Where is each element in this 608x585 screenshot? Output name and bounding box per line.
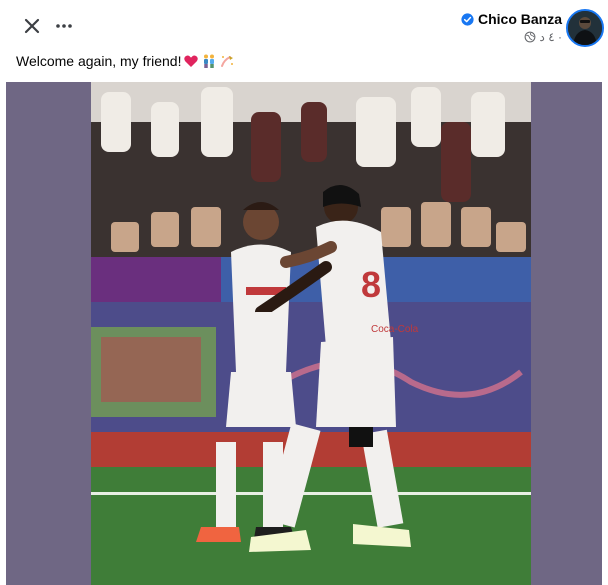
post-author-block: Chico Banza ٤ د · xyxy=(461,11,562,44)
photo-illustration: 8 Coca-Cola xyxy=(91,82,531,585)
jersey-sponsor-text: Coca-Cola xyxy=(371,324,419,335)
jersey-number-text: 8 xyxy=(361,264,381,305)
post-caption: Welcome again, my friend! xyxy=(16,53,235,69)
close-button[interactable] xyxy=(20,14,44,38)
post-timestamp[interactable]: ٤ د · xyxy=(540,30,562,44)
avatar-image xyxy=(568,11,602,45)
post-photo[interactable]: 8 Coca-Cola xyxy=(91,82,531,585)
author-line: Chico Banza xyxy=(461,11,562,27)
post-meta: ٤ د · xyxy=(461,30,562,44)
post-media-container[interactable]: 8 Coca-Cola xyxy=(6,82,602,585)
author-avatar[interactable] xyxy=(566,9,604,47)
wave-hand-sparkles-emoji-icon xyxy=(221,56,234,67)
red-heart-emoji-icon xyxy=(184,55,199,67)
author-name[interactable]: Chico Banza xyxy=(478,11,562,27)
close-icon xyxy=(24,18,40,34)
post-header: Chico Banza ٤ د · xyxy=(0,0,608,50)
more-options-icon xyxy=(56,24,72,28)
verified-badge-icon xyxy=(461,12,474,26)
more-options-button[interactable] xyxy=(52,14,76,38)
caption-text: Welcome again, my friend! xyxy=(16,53,182,69)
two-men-holding-hands-emoji-icon xyxy=(204,54,215,68)
public-globe-icon xyxy=(524,31,535,43)
